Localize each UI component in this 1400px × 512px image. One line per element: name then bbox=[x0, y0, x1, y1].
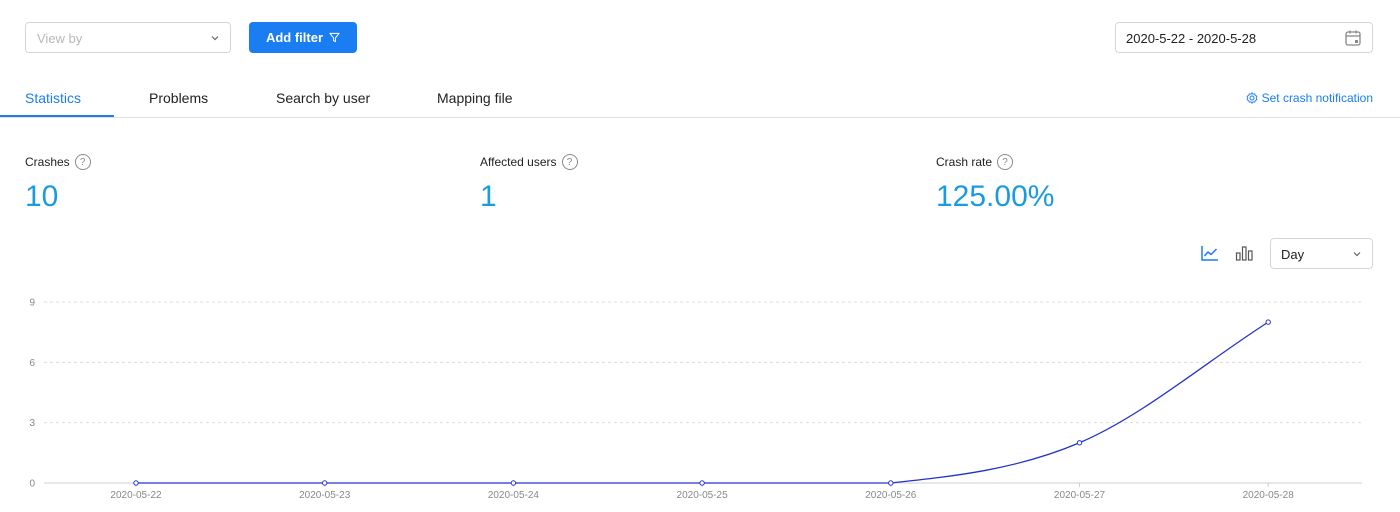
set-crash-notification-link[interactable]: Set crash notification bbox=[1246, 91, 1373, 105]
data-point bbox=[888, 480, 894, 486]
active-tab-indicator bbox=[0, 115, 114, 117]
data-point bbox=[1265, 319, 1271, 325]
crash-rate-label-group: Crash rate ? bbox=[936, 154, 1014, 170]
add-filter-label: Add filter bbox=[265, 30, 324, 45]
period-value: Day bbox=[1281, 247, 1305, 262]
data-point bbox=[1076, 440, 1083, 446]
data-point bbox=[133, 480, 139, 486]
tab-search-by-user[interactable]: Search by user bbox=[276, 90, 370, 106]
x-tick-label: 2020-05-25 bbox=[677, 490, 729, 501]
crash-rate-label: Crash rate bbox=[936, 155, 993, 169]
tab-bar: Statistics Problems Search by user Mappi… bbox=[0, 80, 1400, 118]
tab-statistics[interactable]: Statistics bbox=[25, 90, 81, 106]
crashes-value: 10 bbox=[25, 180, 59, 213]
chevron-down-icon bbox=[1353, 252, 1361, 257]
affected-users-label-group: Affected users ? bbox=[480, 154, 578, 170]
affected-users-label: Affected users bbox=[480, 155, 557, 169]
y-tick-label: 9 bbox=[29, 298, 35, 309]
help-icon[interactable]: ? bbox=[997, 154, 1014, 170]
y-tick-label: 6 bbox=[29, 358, 35, 369]
add-filter-button[interactable]: Add filter bbox=[249, 22, 357, 53]
x-tick-label: 2020-05-23 bbox=[299, 490, 351, 501]
series-line bbox=[136, 321, 1269, 484]
tab-mapping-file[interactable]: Mapping file bbox=[437, 90, 513, 106]
view-by-select[interactable]: View by bbox=[25, 22, 231, 53]
x-tick-label: 2020-05-22 bbox=[110, 490, 162, 501]
crashes-line-chart: 0 3 6 9 2020-05-22 2020-05-23 2020-05-24 2020-0… bbox=[29, 298, 1362, 501]
y-tick-label: 0 bbox=[29, 479, 35, 490]
x-tick-label: 2020-05-28 bbox=[1243, 490, 1295, 501]
calendar-icon[interactable] bbox=[1344, 29, 1362, 47]
bar-chart-icon[interactable] bbox=[1234, 243, 1254, 263]
crashes-label-group: Crashes ? bbox=[25, 154, 91, 170]
crashes-label: Crashes bbox=[25, 155, 70, 169]
gear-icon bbox=[1246, 92, 1257, 104]
line-chart-icon[interactable] bbox=[1200, 243, 1220, 263]
chevron-down-icon bbox=[211, 36, 219, 41]
help-icon[interactable]: ? bbox=[74, 154, 91, 170]
date-range-value: 2020-5-22 - 2020-5-28 bbox=[1126, 31, 1257, 46]
view-by-placeholder: View by bbox=[37, 31, 83, 46]
tab-problems[interactable]: Problems bbox=[149, 90, 208, 106]
help-icon[interactable]: ? bbox=[561, 154, 578, 170]
data-point bbox=[510, 480, 517, 486]
data-point bbox=[322, 480, 328, 486]
data-point bbox=[699, 480, 705, 486]
x-tick-label: 2020-05-24 bbox=[488, 490, 540, 501]
date-range-picker[interactable]: 2020-5-22 - 2020-5-28 bbox=[1115, 22, 1373, 53]
affected-users-value: 1 bbox=[480, 180, 497, 213]
crash-rate-value: 125.00% bbox=[936, 180, 1055, 213]
y-tick-label: 3 bbox=[29, 418, 35, 429]
period-select[interactable]: Day bbox=[1270, 238, 1373, 269]
set-crash-notification-label: Set crash notification bbox=[1261, 91, 1373, 105]
filter-icon bbox=[329, 32, 340, 43]
x-tick-label: 2020-05-27 bbox=[1054, 490, 1106, 501]
x-tick-label: 2020-05-26 bbox=[865, 490, 917, 501]
